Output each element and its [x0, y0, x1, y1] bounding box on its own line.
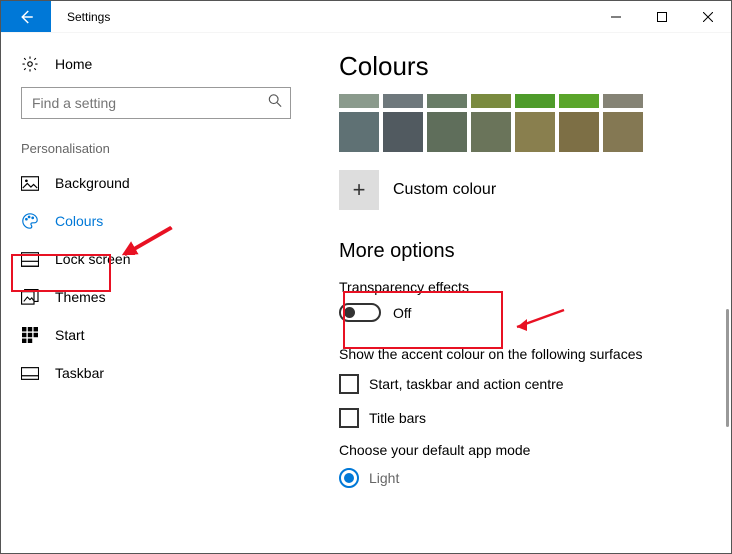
themes-icon — [21, 288, 39, 306]
sidebar-item-background[interactable]: Background — [1, 164, 311, 202]
checkbox-titlebars[interactable] — [339, 408, 359, 428]
colour-swatch[interactable] — [339, 94, 379, 108]
scrollbar[interactable] — [726, 309, 729, 427]
colour-swatch[interactable] — [471, 94, 511, 108]
sidebar-item-themes[interactable]: Themes — [1, 278, 311, 316]
custom-colour-button[interactable]: + — [339, 170, 379, 210]
sidebar-item-taskbar[interactable]: Taskbar — [1, 354, 311, 392]
sidebar-item-label: Lock screen — [55, 251, 130, 267]
maximize-button[interactable] — [639, 1, 685, 32]
sidebar-item-start[interactable]: Start — [1, 316, 311, 354]
home-nav[interactable]: Home — [1, 47, 311, 87]
sidebar-item-label: Themes — [55, 289, 106, 305]
sidebar: Home Personalisation Background Colours — [1, 33, 311, 553]
custom-colour-label: Custom colour — [393, 181, 496, 199]
transparency-toggle[interactable] — [339, 303, 381, 322]
colour-swatch[interactable] — [603, 112, 643, 152]
colour-swatch[interactable] — [515, 112, 555, 152]
sidebar-item-label: Start — [55, 327, 85, 343]
radio-label: Light — [369, 470, 399, 486]
app-mode-label: Choose your default app mode — [339, 442, 709, 458]
back-button[interactable] — [1, 1, 51, 32]
colour-swatches — [339, 94, 709, 152]
taskbar-icon — [21, 364, 39, 382]
lockscreen-icon — [21, 250, 39, 268]
window-title: Settings — [51, 1, 110, 32]
colour-swatch[interactable] — [383, 94, 423, 108]
colour-swatch[interactable] — [515, 94, 555, 108]
colour-swatch[interactable] — [559, 112, 599, 152]
main-panel: Colours + Custom colour More options Tra… — [311, 33, 731, 553]
checkbox-start-taskbar[interactable] — [339, 374, 359, 394]
plus-icon: + — [353, 177, 366, 203]
sidebar-item-label: Taskbar — [55, 365, 104, 381]
checkbox-label: Title bars — [369, 410, 426, 426]
colour-swatch[interactable] — [427, 112, 467, 152]
sidebar-item-label: Colours — [55, 213, 103, 229]
colour-swatch[interactable] — [559, 94, 599, 108]
colour-swatch[interactable] — [339, 112, 379, 152]
transparency-label: Transparency effects — [339, 279, 709, 295]
page-title: Colours — [339, 51, 709, 82]
colour-swatch[interactable] — [471, 112, 511, 152]
sidebar-item-label: Background — [55, 175, 130, 191]
colour-swatch[interactable] — [383, 112, 423, 152]
radio-light[interactable] — [339, 468, 359, 488]
sidebar-item-colours[interactable]: Colours — [1, 202, 311, 240]
colour-swatch[interactable] — [603, 94, 643, 108]
search-icon — [268, 94, 282, 113]
search-input[interactable] — [21, 87, 291, 119]
colour-swatch[interactable] — [427, 94, 467, 108]
close-button[interactable] — [685, 1, 731, 32]
transparency-state: Off — [393, 305, 411, 321]
more-options-heading: More options — [339, 240, 709, 263]
accent-surfaces-label: Show the accent colour on the following … — [339, 346, 709, 362]
title-bar: Settings — [1, 1, 731, 33]
picture-icon — [21, 174, 39, 192]
minimize-button[interactable] — [593, 1, 639, 32]
home-label: Home — [55, 56, 92, 72]
palette-icon — [21, 212, 39, 230]
checkbox-label: Start, taskbar and action centre — [369, 376, 564, 392]
gear-icon — [21, 55, 39, 73]
start-icon — [21, 326, 39, 344]
section-label: Personalisation — [1, 141, 311, 164]
sidebar-item-lockscreen[interactable]: Lock screen — [1, 240, 311, 278]
